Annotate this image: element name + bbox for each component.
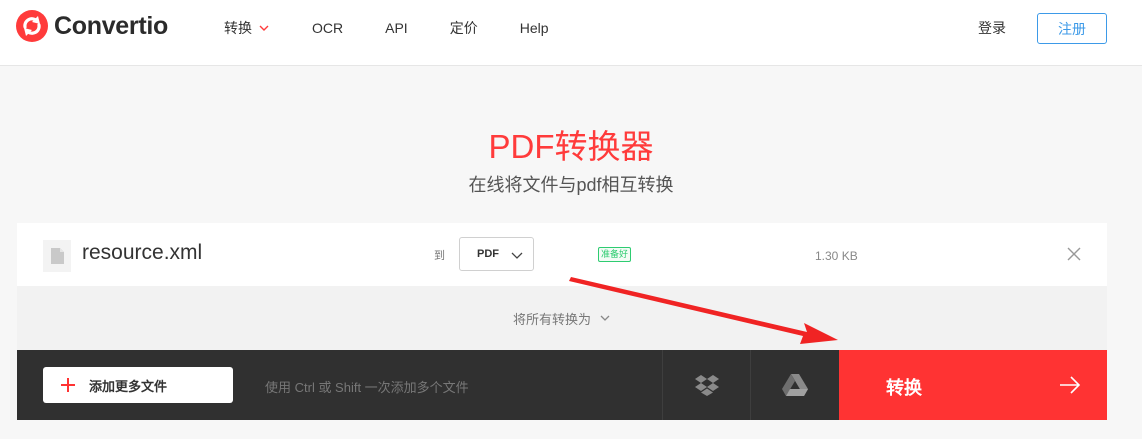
convert-all-dropdown[interactable]: 将所有转换为 bbox=[513, 309, 611, 328]
file-size: 1.30 KB bbox=[815, 249, 858, 263]
convertio-logo-icon bbox=[16, 10, 48, 42]
convert-all-label: 将所有转换为 bbox=[512, 311, 591, 327]
signup-button[interactable]: 注册 bbox=[1037, 13, 1107, 44]
file-name: resource.xml bbox=[82, 241, 203, 264]
login-link[interactable]: 登录 bbox=[978, 18, 1006, 38]
nav-item-ocr[interactable]: OCR bbox=[312, 20, 343, 36]
nav-item-help[interactable]: Help bbox=[520, 20, 549, 36]
plus-icon bbox=[61, 378, 75, 392]
nav-item-label: 定价 bbox=[449, 20, 478, 36]
page-title: PDF转换器 bbox=[488, 128, 654, 165]
dropbox-button[interactable] bbox=[662, 350, 750, 420]
chevron-down-icon bbox=[600, 315, 610, 321]
file-row: resource.xml 到 PDF 准备好 1.30 KB bbox=[17, 223, 1107, 286]
google-drive-icon bbox=[781, 374, 808, 396]
convert-button[interactable]: 转换 bbox=[839, 350, 1107, 420]
add-files-label: 添加更多文件 bbox=[89, 378, 168, 394]
dropbox-icon bbox=[694, 375, 719, 396]
main-nav: 转换 OCR API 定价 Help bbox=[224, 0, 591, 56]
nav-item-label: API bbox=[385, 20, 408, 36]
format-dropdown[interactable]: PDF bbox=[459, 237, 534, 271]
top-header: Convertio 转换 OCR API 定价 Help 登录 注册 bbox=[0, 0, 1142, 66]
add-files-button[interactable]: 添加更多文件 bbox=[43, 367, 233, 403]
to-label: 到 bbox=[434, 250, 445, 262]
google-drive-button[interactable] bbox=[750, 350, 838, 420]
nav-item-label: 转换 bbox=[224, 20, 252, 36]
nav-item-label: Help bbox=[519, 20, 549, 36]
nav-item-pricing[interactable]: 定价 bbox=[450, 18, 478, 38]
nav-item-api[interactable]: API bbox=[385, 20, 408, 36]
chevron-down-icon bbox=[259, 25, 269, 31]
nav-item-convert[interactable]: 转换 bbox=[224, 18, 270, 38]
file-icon bbox=[43, 240, 71, 272]
chevron-down-icon bbox=[511, 252, 523, 259]
format-value: PDF bbox=[477, 248, 499, 260]
close-icon[interactable] bbox=[1065, 245, 1083, 263]
logo[interactable]: Convertio bbox=[16, 10, 168, 42]
action-bar: 添加更多文件 使用 Ctrl 或 Shift 一次添加多个文件 转换 bbox=[17, 350, 1107, 420]
arrow-right-icon bbox=[1060, 376, 1081, 394]
page-subtitle: 在线将文件与pdf相互转换 bbox=[468, 175, 674, 195]
status-badge: 准备好 bbox=[598, 247, 632, 262]
multi-select-hint: 使用 Ctrl 或 Shift 一次添加多个文件 bbox=[265, 380, 469, 395]
nav-item-label: OCR bbox=[312, 20, 344, 36]
logo-text: Convertio bbox=[54, 11, 168, 40]
convert-all-row: 将所有转换为 bbox=[17, 286, 1107, 350]
convert-button-label: 转换 bbox=[886, 378, 922, 398]
